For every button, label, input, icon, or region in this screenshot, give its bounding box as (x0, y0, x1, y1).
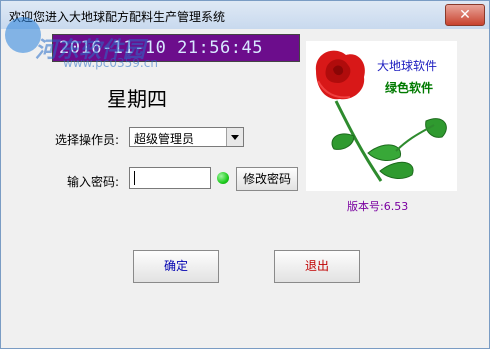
change-password-button[interactable]: 修改密码 (236, 167, 298, 191)
window-title: 欢迎您进入大地球配方配料生产管理系统 (9, 10, 226, 24)
watermark-url: www.pc0359.cn (63, 56, 158, 70)
operator-select[interactable]: 超级管理员 (129, 127, 244, 147)
version-label: 版本号:6.53 (347, 200, 409, 213)
rose-image (315, 50, 447, 182)
operator-selected-value: 超级管理员 (134, 132, 195, 146)
operator-label: 选择操作员: (55, 133, 120, 147)
confirm-button[interactable]: 确定 (133, 250, 219, 283)
weekday-label: 星期四 (107, 87, 167, 111)
text-caret (134, 171, 135, 185)
logo-panel: 大地球软件 绿色软件 (306, 41, 457, 191)
status-indicator-icon (217, 172, 229, 184)
password-input[interactable] (129, 167, 211, 189)
password-label: 输入密码: (67, 175, 120, 189)
chevron-down-icon[interactable] (226, 128, 243, 146)
title-bar[interactable]: 欢迎您进入大地球配方配料生产管理系统 ✕ (1, 1, 489, 29)
close-button[interactable]: ✕ (445, 4, 485, 26)
exit-button[interactable]: 退出 (274, 250, 360, 283)
login-window: 欢迎您进入大地球配方配料生产管理系统 ✕ 2016-11-10 21:56:45… (0, 0, 490, 349)
